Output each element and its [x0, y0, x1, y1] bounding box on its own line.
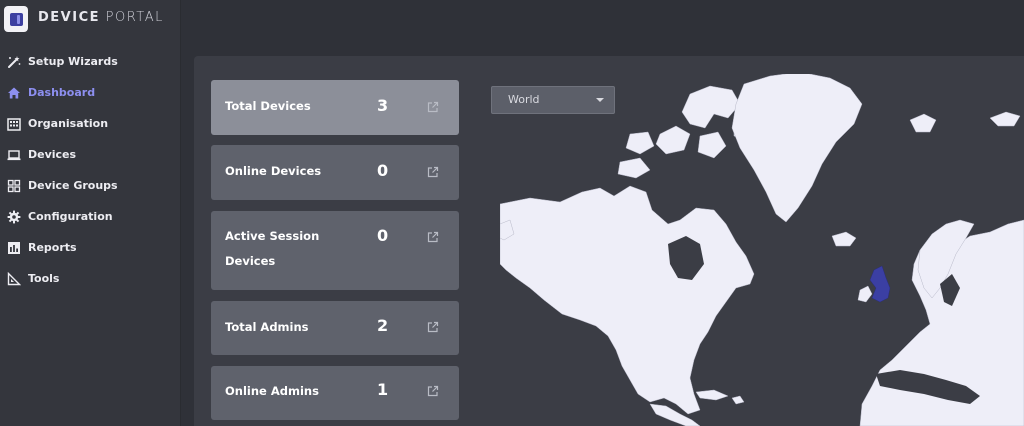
stat-label: Online Admins — [225, 384, 319, 398]
map-ireland — [857, 285, 873, 303]
stat-value: 0 — [377, 226, 389, 245]
brand-name: DEVICE PORTAL — [38, 10, 164, 25]
region-select-value: World — [508, 93, 540, 106]
external-link-icon[interactable] — [427, 385, 439, 397]
sidebar-item-label: Tools — [28, 272, 60, 285]
external-link-icon[interactable] — [427, 101, 439, 113]
chevron-down-icon — [596, 98, 604, 102]
map-north-america — [500, 185, 755, 415]
region-select[interactable]: World — [491, 86, 615, 114]
brand[interactable]: DEVICE PORTAL — [0, 0, 180, 40]
stat-value: 1 — [377, 380, 389, 399]
stat-label-line-2: Devices — [225, 254, 276, 268]
stat-value: 2 — [377, 316, 389, 335]
stat-label: Total Admins — [225, 320, 309, 334]
brand-logo-icon — [4, 6, 28, 32]
grid-icon — [7, 179, 21, 193]
sidebar: DEVICE PORTAL Setup Wizards Dashboard Or… — [0, 0, 181, 426]
external-link-icon[interactable] — [427, 166, 439, 178]
sidebar-item-label: Setup Wizards — [28, 55, 118, 68]
stat-card-total-admins[interactable]: Total Admins 2 — [211, 301, 459, 355]
stat-card-online-admins[interactable]: Online Admins 1 — [211, 366, 459, 420]
sidebar-item-device-groups[interactable]: Device Groups — [0, 170, 180, 201]
ruler-icon — [7, 271, 21, 286]
external-link-icon[interactable] — [427, 321, 439, 333]
sidebar-item-label: Device Groups — [28, 179, 118, 192]
building-icon — [7, 117, 21, 131]
sidebar-item-tools[interactable]: Tools — [0, 263, 180, 294]
map-country-uk-highlighted — [869, 265, 891, 303]
wand-icon — [7, 55, 21, 69]
sidebar-item-organisation[interactable]: Organisation — [0, 108, 180, 139]
stat-value: 3 — [377, 96, 389, 115]
dashboard-panel: Total Devices 3 Online Devices 0 Active … — [194, 56, 1024, 426]
sidebar-item-label: Dashboard — [28, 86, 96, 99]
sidebar-item-label: Reports — [28, 241, 77, 254]
bar-chart-icon — [7, 241, 21, 255]
world-map[interactable] — [500, 74, 1024, 426]
stat-value: 0 — [377, 161, 389, 180]
sidebar-item-label: Devices — [28, 148, 77, 161]
gear-icon — [7, 210, 21, 224]
stat-label: Online Devices — [225, 164, 322, 178]
sidebar-item-setup-wizards[interactable]: Setup Wizards — [0, 46, 180, 77]
stat-label: Total Devices — [225, 99, 311, 113]
sidebar-item-dashboard[interactable]: Dashboard — [0, 77, 180, 108]
sidebar-nav: Setup Wizards Dashboard Organisation Dev… — [0, 46, 180, 294]
map-greenland — [731, 74, 863, 223]
map-arctic-islands — [681, 85, 741, 129]
stat-card-active-session-devices[interactable]: Active Session Devices 0 — [211, 211, 459, 290]
stat-label: Active Session — [225, 229, 320, 243]
stat-card-online-devices[interactable]: Online Devices 0 — [211, 145, 459, 200]
laptop-icon — [7, 148, 21, 162]
sidebar-item-configuration[interactable]: Configuration — [0, 201, 180, 232]
sidebar-item-label: Organisation — [28, 117, 109, 130]
map-iceland — [831, 231, 857, 247]
sidebar-item-devices[interactable]: Devices — [0, 139, 180, 170]
sidebar-item-reports[interactable]: Reports — [0, 232, 180, 263]
home-icon — [7, 86, 21, 100]
external-link-icon[interactable] — [427, 231, 439, 243]
stat-card-total-devices[interactable]: Total Devices 3 — [211, 80, 459, 135]
sidebar-item-label: Configuration — [28, 210, 113, 223]
